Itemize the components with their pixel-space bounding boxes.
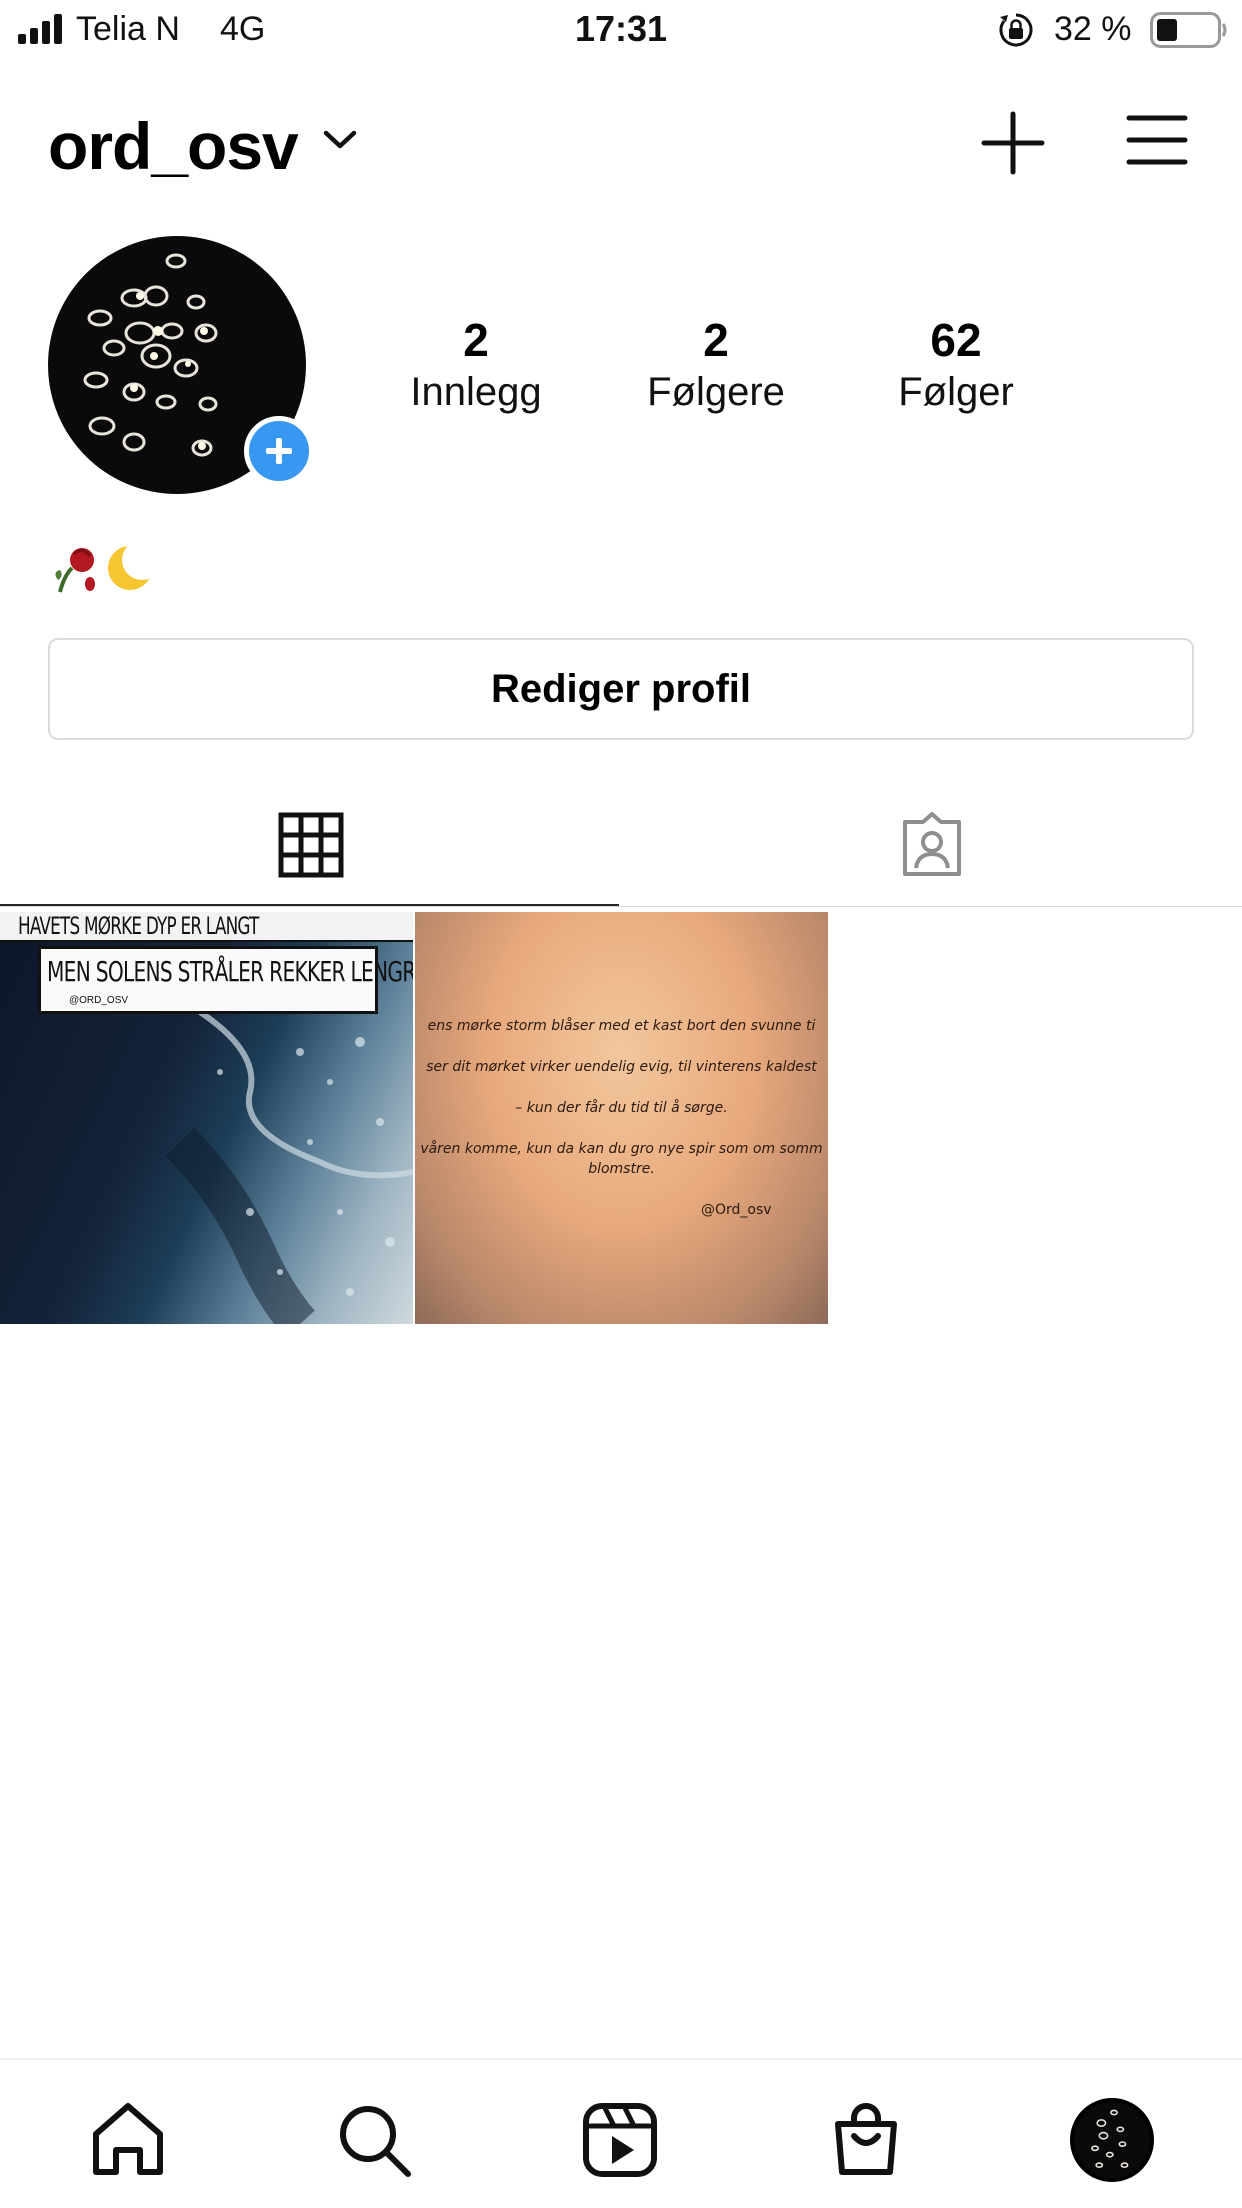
post-2-line-3: – kun der får du tid til å sørge.	[515, 1100, 728, 1116]
stat-followers-value: 2	[703, 314, 729, 366]
menu-icon[interactable]	[1126, 114, 1188, 166]
reels-icon	[583, 2103, 657, 2177]
crescent-moon-icon	[108, 540, 162, 590]
post-1-line-1: HAVETS MØRKE DYP ER LANGT	[18, 912, 259, 940]
stat-posts-value: 2	[463, 314, 489, 366]
wilted-rose-icon	[55, 548, 95, 593]
post-thumbnail-1[interactable]: HAVETS MØRKE DYP ER LANGT MEN SOLENS STR…	[0, 912, 413, 1324]
nav-home[interactable]	[88, 2100, 168, 2180]
stat-posts-label: Innlegg	[410, 370, 542, 414]
stat-followers-label: Følgere	[647, 370, 785, 414]
tab-posts-grid[interactable]	[0, 770, 621, 906]
stat-followers[interactable]: 2 Følgere	[616, 312, 816, 416]
tagged-person-icon	[902, 812, 961, 876]
battery-percent: 32 %	[1054, 10, 1132, 48]
plus-icon[interactable]	[980, 110, 1046, 176]
chevron-down-icon[interactable]	[322, 128, 358, 152]
battery-icon	[1150, 12, 1227, 48]
bottom-navigation	[0, 2058, 1242, 2208]
grid-icon	[278, 812, 343, 878]
post-2-line-1: ens mørke storm blåser med et kast bort …	[427, 1018, 816, 1034]
home-icon	[93, 2103, 163, 2175]
tabs-divider	[0, 906, 1242, 907]
stat-following[interactable]: 62 Følger	[856, 312, 1056, 416]
post-1-line-2: MEN SOLENS STRÅLER REKKER LENGRE	[47, 955, 413, 988]
nav-reels[interactable]	[580, 2100, 660, 2180]
shop-icon	[835, 2103, 897, 2175]
search-icon	[340, 2106, 411, 2177]
post-2-line-4: våren komme, kun da kan du gro nye spir …	[420, 1141, 823, 1157]
nav-search[interactable]	[334, 2100, 414, 2180]
post-2-line-2: ser dit mørket virker uendelig evig, til…	[426, 1059, 817, 1075]
bio-emoji-icons	[55, 540, 162, 593]
post-2-handle: @Ord_osv	[701, 1202, 772, 1218]
username-switcher[interactable]: ord_osv	[48, 108, 299, 184]
post-2-text: ens mørke storm blåser med et kast bort …	[415, 1016, 828, 1200]
rain-drops-pattern	[165, 1012, 413, 1324]
stat-following-value: 62	[930, 314, 982, 366]
stat-posts[interactable]: 2 Innlegg	[376, 312, 576, 416]
edit-profile-button[interactable]: Rediger profil	[48, 638, 1194, 740]
profile-header: ord_osv	[0, 90, 1242, 190]
post-2-line-5: blomstre.	[588, 1161, 655, 1177]
post-1-caption-box: MEN SOLENS STRÅLER REKKER LENGRE @ORD_OS…	[38, 946, 413, 1014]
tab-tagged[interactable]	[621, 770, 1242, 906]
status-bar: Telia N 4G 17:31 32 %	[0, 0, 1242, 62]
post-1-handle: @ORD_OSV	[69, 995, 129, 1006]
nav-profile-avatar[interactable]	[1070, 2098, 1154, 2182]
orientation-lock-icon	[999, 13, 1033, 47]
stat-following-label: Følger	[898, 370, 1014, 414]
profile-bio	[50, 540, 162, 596]
nav-shop[interactable]	[826, 2100, 906, 2180]
post-1-top-band: HAVETS MØRKE DYP ER LANGT	[0, 912, 413, 942]
post-thumbnail-2[interactable]: ens mørke storm blåser med et kast bort …	[415, 912, 828, 1324]
add-story-button[interactable]	[244, 416, 314, 486]
